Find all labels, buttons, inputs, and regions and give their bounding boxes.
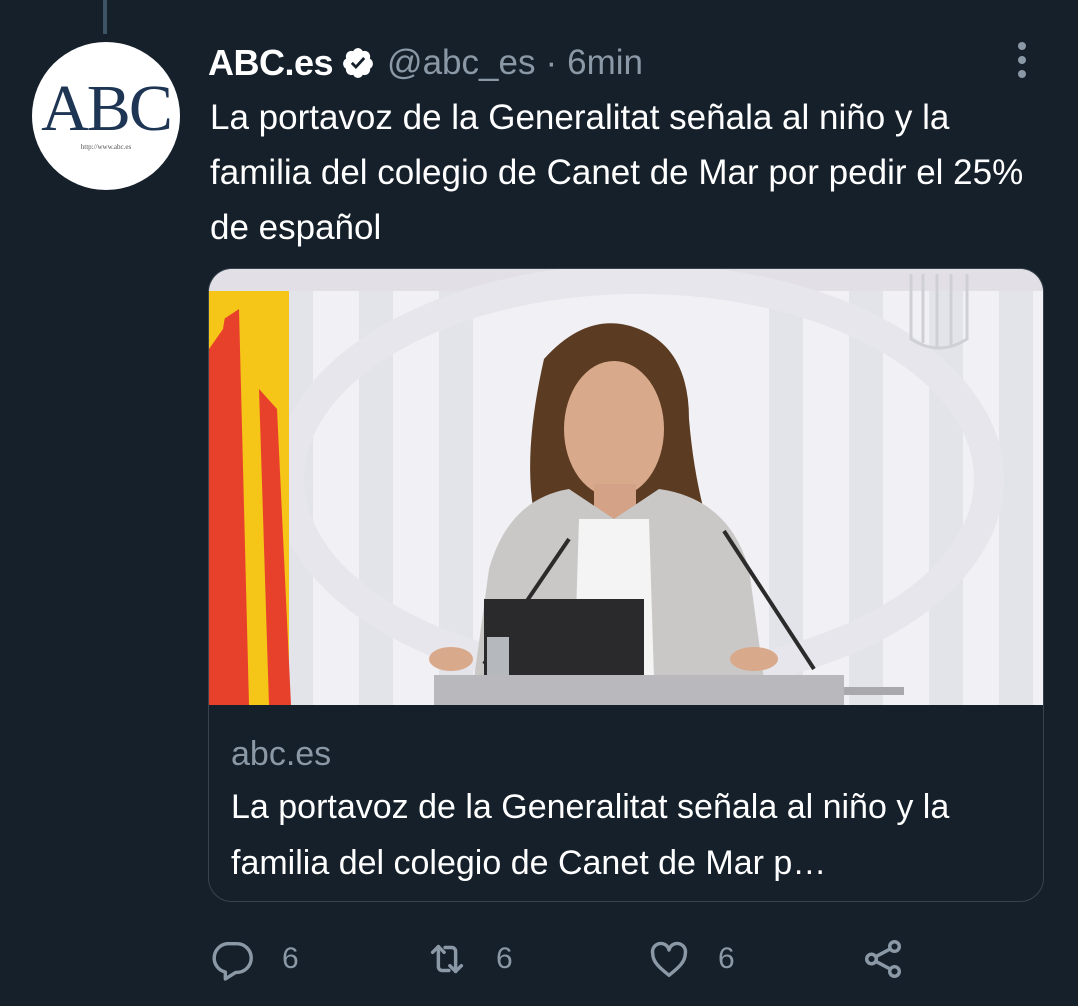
- share-icon: [864, 940, 902, 978]
- share-button[interactable]: [860, 934, 906, 984]
- tweet-header: ABC.es @abc_es · 6min: [208, 40, 643, 86]
- tweet[interactable]: ABC http://www.abc.es ABC.es @abc_es · 6…: [0, 0, 1078, 1006]
- reply-button[interactable]: 6: [210, 934, 299, 984]
- account-handle[interactable]: @abc_es: [387, 43, 535, 83]
- like-count: 6: [718, 942, 735, 975]
- reply-icon: [212, 941, 253, 981]
- verified-badge-icon: [343, 48, 373, 78]
- card-title: La portavoz de la Generalitat señala al …: [231, 788, 950, 882]
- account-name[interactable]: ABC.es: [208, 42, 334, 84]
- action-bar: 6 6 6: [210, 934, 910, 984]
- card-domain: abc.es: [231, 735, 332, 773]
- retweet-count: 6: [496, 942, 513, 975]
- like-icon: [650, 941, 688, 978]
- tweet-timestamp[interactable]: 6min: [567, 43, 643, 83]
- separator-dot: ·: [545, 43, 558, 82]
- thread-connector-line: [103, 0, 107, 34]
- reply-count: 6: [282, 942, 299, 975]
- card-image[interactable]: [209, 269, 1043, 705]
- avatar-logo-url: http://www.abc.es: [80, 143, 132, 151]
- retweet-icon: [430, 944, 464, 974]
- press-conference-photo: [209, 269, 1043, 705]
- avatar-logo: ABC: [41, 72, 173, 145]
- link-card[interactable]: abc.es La portavoz de la Generalitat señ…: [208, 268, 1044, 902]
- tweet-text: La portavoz de la Generalitat señala al …: [210, 98, 1024, 247]
- like-button[interactable]: 6: [646, 934, 735, 984]
- more-options-icon[interactable]: [1004, 40, 1040, 80]
- retweet-button[interactable]: 6: [424, 934, 513, 984]
- avatar[interactable]: ABC http://www.abc.es: [32, 42, 180, 190]
